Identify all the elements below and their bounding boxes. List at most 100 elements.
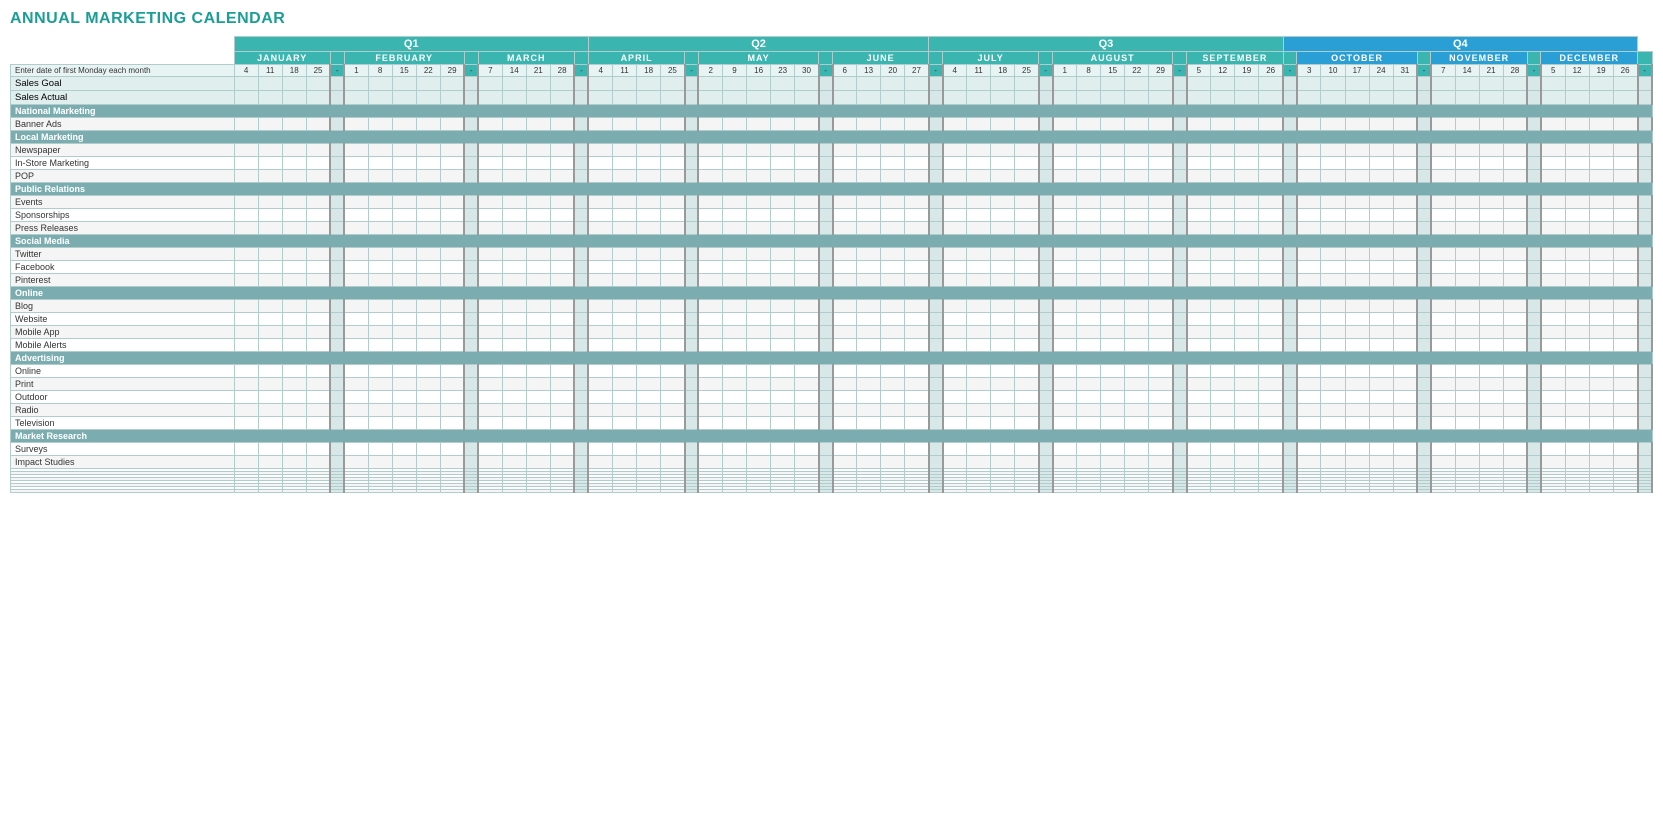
data-cell[interactable] xyxy=(306,300,330,313)
data-cell[interactable] xyxy=(1211,261,1235,274)
data-cell[interactable] xyxy=(282,209,306,222)
data-cell[interactable] xyxy=(1565,339,1589,352)
data-cell[interactable] xyxy=(967,118,991,131)
data-cell[interactable] xyxy=(1455,144,1479,157)
data-cell[interactable] xyxy=(637,443,661,456)
data-cell[interactable] xyxy=(1297,490,1321,493)
data-cell[interactable] xyxy=(478,443,502,456)
data-cell[interactable] xyxy=(588,118,612,131)
data-cell[interactable] xyxy=(991,443,1015,456)
data-cell[interactable] xyxy=(1345,391,1369,404)
data-cell[interactable] xyxy=(1015,490,1039,493)
data-cell[interactable] xyxy=(1101,443,1125,456)
data-cell[interactable] xyxy=(698,118,722,131)
data-cell[interactable] xyxy=(1541,170,1565,183)
data-cell[interactable] xyxy=(440,157,464,170)
data-cell[interactable] xyxy=(1015,144,1039,157)
data-cell[interactable] xyxy=(1015,209,1039,222)
data-cell[interactable] xyxy=(1479,404,1503,417)
data-cell[interactable] xyxy=(1297,300,1321,313)
data-cell[interactable] xyxy=(943,261,967,274)
data-cell[interactable] xyxy=(1479,209,1503,222)
data-cell[interactable] xyxy=(1479,144,1503,157)
data-cell[interactable] xyxy=(698,222,722,235)
data-cell[interactable] xyxy=(282,443,306,456)
data-cell[interactable] xyxy=(723,391,747,404)
data-cell[interactable] xyxy=(1479,443,1503,456)
data-cell[interactable] xyxy=(526,300,550,313)
data-cell[interactable] xyxy=(392,144,416,157)
data-cell[interactable] xyxy=(661,313,685,326)
data-cell[interactable] xyxy=(795,490,819,493)
data-cell[interactable] xyxy=(1235,417,1259,430)
data-cell[interactable] xyxy=(1503,443,1527,456)
data-cell[interactable] xyxy=(795,456,819,469)
data-cell[interactable] xyxy=(1455,170,1479,183)
data-cell[interactable] xyxy=(502,490,526,493)
data-cell[interactable] xyxy=(833,326,857,339)
data-cell[interactable] xyxy=(833,170,857,183)
data-cell[interactable] xyxy=(1345,326,1369,339)
data-cell[interactable] xyxy=(833,248,857,261)
data-cell[interactable] xyxy=(1393,417,1417,430)
data-cell[interactable] xyxy=(550,417,574,430)
data-cell[interactable] xyxy=(771,170,795,183)
data-cell[interactable] xyxy=(698,144,722,157)
data-cell[interactable] xyxy=(943,313,967,326)
data-cell[interactable] xyxy=(1455,248,1479,261)
data-cell[interactable] xyxy=(344,456,368,469)
data-cell[interactable] xyxy=(306,443,330,456)
data-cell[interactable] xyxy=(478,417,502,430)
data-cell[interactable] xyxy=(1613,490,1637,493)
data-cell[interactable] xyxy=(1369,222,1393,235)
data-cell[interactable] xyxy=(392,91,416,105)
data-cell[interactable] xyxy=(502,170,526,183)
data-cell[interactable] xyxy=(1235,77,1259,91)
data-cell[interactable] xyxy=(1077,196,1101,209)
data-cell[interactable] xyxy=(282,274,306,287)
data-cell[interactable] xyxy=(1053,170,1077,183)
data-cell[interactable] xyxy=(661,118,685,131)
data-cell[interactable] xyxy=(1455,443,1479,456)
data-cell[interactable] xyxy=(1565,391,1589,404)
data-cell[interactable] xyxy=(1455,456,1479,469)
data-cell[interactable] xyxy=(1369,339,1393,352)
data-cell[interactable] xyxy=(637,339,661,352)
data-cell[interactable] xyxy=(1187,248,1211,261)
data-cell[interactable] xyxy=(943,196,967,209)
data-cell[interactable] xyxy=(368,261,392,274)
data-cell[interactable] xyxy=(588,443,612,456)
data-cell[interactable] xyxy=(258,170,282,183)
data-cell[interactable] xyxy=(1125,209,1149,222)
data-cell[interactable] xyxy=(234,118,258,131)
data-cell[interactable] xyxy=(1321,248,1345,261)
data-cell[interactable] xyxy=(1211,404,1235,417)
data-cell[interactable] xyxy=(1297,144,1321,157)
data-cell[interactable] xyxy=(661,490,685,493)
data-cell[interactable] xyxy=(1077,118,1101,131)
data-cell[interactable] xyxy=(440,196,464,209)
data-cell[interactable] xyxy=(1479,313,1503,326)
data-cell[interactable] xyxy=(1503,144,1527,157)
data-cell[interactable] xyxy=(1101,91,1125,105)
data-cell[interactable] xyxy=(1431,339,1455,352)
data-cell[interactable] xyxy=(502,326,526,339)
data-cell[interactable] xyxy=(1101,170,1125,183)
data-cell[interactable] xyxy=(1345,313,1369,326)
data-cell[interactable] xyxy=(905,300,929,313)
data-cell[interactable] xyxy=(1149,248,1173,261)
data-cell[interactable] xyxy=(723,490,747,493)
data-cell[interactable] xyxy=(1259,300,1283,313)
data-cell[interactable] xyxy=(344,261,368,274)
data-cell[interactable] xyxy=(1187,417,1211,430)
data-cell[interactable] xyxy=(698,339,722,352)
table-row[interactable]: Pinterest xyxy=(11,274,1653,287)
data-cell[interactable] xyxy=(588,209,612,222)
data-cell[interactable] xyxy=(613,417,637,430)
data-cell[interactable] xyxy=(637,300,661,313)
data-cell[interactable] xyxy=(943,118,967,131)
data-cell[interactable] xyxy=(1187,313,1211,326)
data-cell[interactable] xyxy=(368,313,392,326)
data-cell[interactable] xyxy=(392,248,416,261)
data-cell[interactable] xyxy=(637,365,661,378)
